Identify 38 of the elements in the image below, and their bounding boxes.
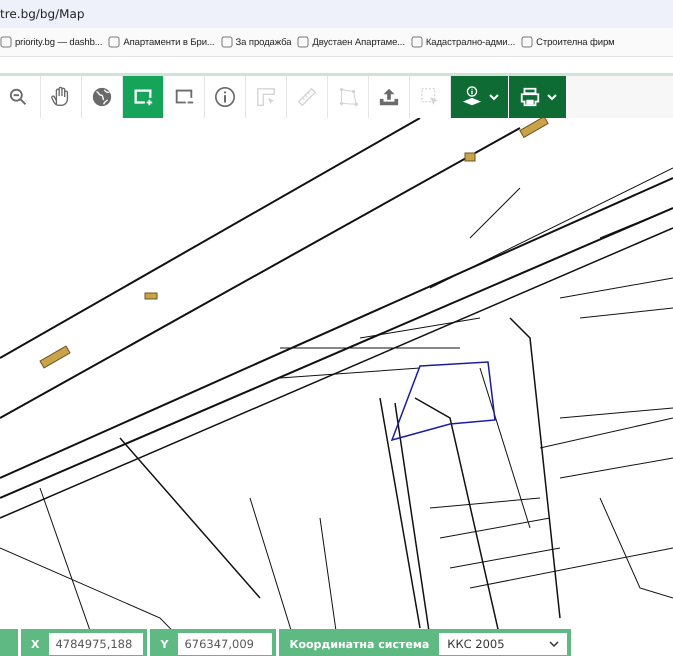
favicon-icon bbox=[108, 36, 120, 48]
tool-button[interactable] bbox=[123, 76, 164, 118]
tool-button[interactable] bbox=[41, 76, 82, 118]
polygon-icon bbox=[337, 86, 359, 108]
globe-icon bbox=[91, 86, 113, 108]
bookmark-link[interactable]: Двустаен Апартаме... bbox=[312, 36, 405, 48]
selection-icon bbox=[419, 86, 441, 108]
bookmark-link[interactable]: priority.bg — dashb... bbox=[15, 36, 102, 48]
dropdown-button[interactable] bbox=[451, 76, 509, 118]
favicon-icon bbox=[220, 36, 233, 48]
area-measure-icon bbox=[255, 86, 277, 108]
x-coordinate-field[interactable]: 4784975,188 bbox=[49, 633, 144, 655]
address-bar[interactable]: tre.bg/bg/Map bbox=[0, 0, 673, 28]
layers-info-icon bbox=[460, 86, 482, 108]
bookmark-link[interactable]: За продажба bbox=[236, 36, 292, 48]
ruler-icon bbox=[296, 86, 318, 108]
y-coordinate-field[interactable]: 676347,009 bbox=[178, 633, 272, 655]
favicon-icon bbox=[297, 36, 310, 48]
caret-icon bbox=[488, 93, 498, 101]
bookmark-link[interactable]: Апартаменти в Бри... bbox=[123, 36, 215, 48]
favicon-icon bbox=[0, 36, 12, 48]
tool-button[interactable] bbox=[205, 76, 246, 118]
caret-icon bbox=[549, 640, 560, 648]
tool-button[interactable] bbox=[0, 76, 41, 118]
tool-button[interactable] bbox=[164, 76, 205, 118]
bookmark-link[interactable]: Кадастрално-адми... bbox=[426, 36, 516, 48]
url-text[interactable]: tre.bg/bg/Map bbox=[0, 5, 84, 23]
printer-icon bbox=[518, 86, 540, 108]
upload-icon bbox=[378, 86, 400, 108]
favicon-icon bbox=[410, 36, 423, 48]
tool-button[interactable] bbox=[369, 76, 410, 118]
info-icon bbox=[214, 86, 236, 108]
tool-button[interactable] bbox=[82, 76, 123, 118]
bookmark-link[interactable]: Строителна фирм bbox=[536, 36, 615, 48]
dropdown-button[interactable] bbox=[509, 76, 567, 118]
coordinate-system-select[interactable]: ККС 2005 bbox=[439, 633, 568, 655]
caret-icon bbox=[546, 93, 556, 101]
favicon-icon bbox=[521, 36, 534, 48]
